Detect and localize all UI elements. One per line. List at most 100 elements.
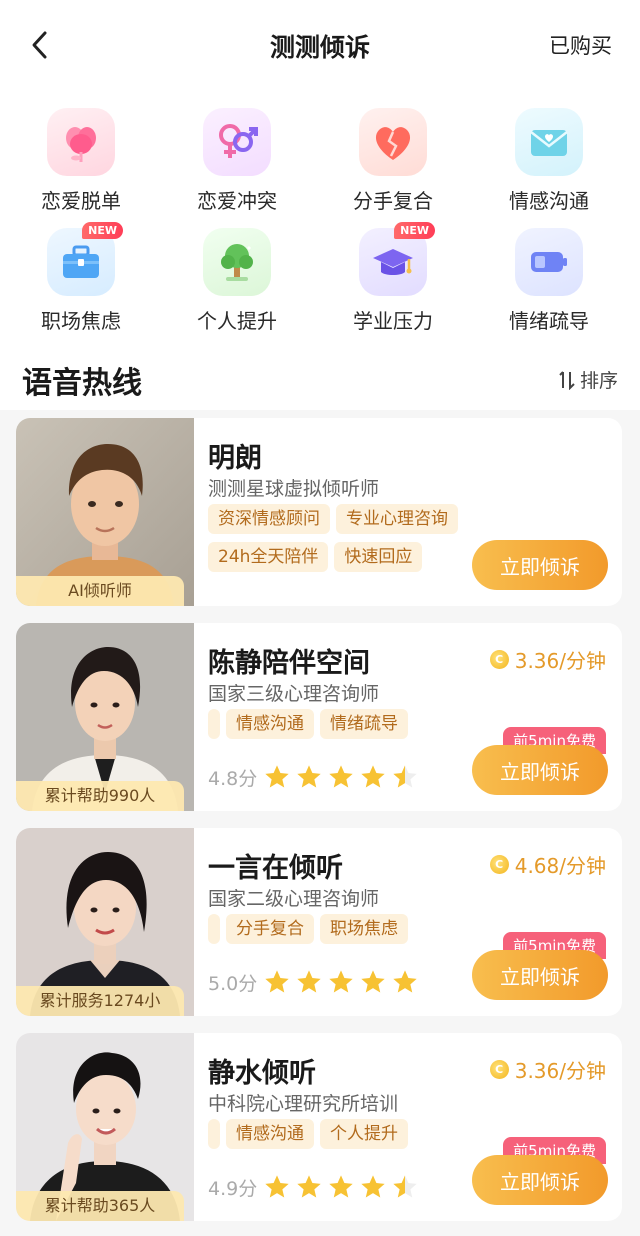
section-title: 语音热线 [22, 366, 142, 401]
talk-now-button[interactable]: 立即倾诉 [472, 950, 608, 1000]
tag: 情感沟通 [226, 1119, 314, 1149]
category-item[interactable]: NEW 学业压力 [318, 216, 468, 334]
star-icon [393, 970, 417, 993]
tag-list: 情感沟通 个人提升 [208, 1119, 498, 1157]
listener-card[interactable]: 累计帮助990人 陈静陪伴空间 C 3.36/分钟 国家三级心理咨询师 情感沟通… [16, 623, 622, 811]
tag: 分手复合 [226, 914, 314, 944]
rating-score: 5.0分 [208, 972, 258, 995]
sort-label: 排序 [579, 370, 618, 392]
star-icon [265, 970, 289, 993]
star-icon [361, 765, 385, 788]
category-item[interactable]: 恋爱脱单 [6, 96, 156, 214]
broken-heart-icon [359, 108, 427, 176]
coin-icon: C [489, 855, 509, 874]
category-label: 分手复合 [353, 189, 433, 213]
category-item[interactable]: 情感沟通 [474, 96, 624, 214]
rating-score: 4.8分 [208, 767, 258, 790]
star-icon [297, 1175, 321, 1198]
star-icon [265, 765, 289, 788]
tag: 职场焦虑 [320, 914, 408, 944]
tag: 个人提升 [320, 1119, 408, 1149]
new-badge: NEW [82, 222, 123, 239]
listener-title: 测测星球虚拟倾听师 [208, 478, 380, 500]
briefcase-icon: NEW [47, 222, 123, 296]
category-item[interactable]: 个人提升 [162, 216, 312, 334]
photo-caption: 累计帮助990人 [16, 781, 184, 811]
top-bar: 测测倾诉 已购买 [0, 0, 640, 90]
star-icon [265, 1175, 289, 1198]
section-header: 语音热线 排序 [0, 340, 640, 410]
photo-caption: 累计服务1274小 [16, 986, 184, 1016]
category-label: 情绪疏导 [509, 309, 589, 333]
tag-list: 分手复合 职场焦虑 [208, 914, 498, 952]
price: C 4.68/分钟 [489, 850, 606, 879]
tag: 24h全天陪伴 [208, 542, 329, 572]
star-icon [361, 1175, 385, 1198]
category-label: 恋爱冲突 [197, 189, 277, 213]
listener-name: 一言在倾听 [208, 853, 343, 884]
listener-name: 陈静陪伴空间 [208, 648, 370, 679]
star-icon [329, 970, 353, 993]
tag-stub [208, 914, 220, 944]
price-value: 3.36/分钟 [514, 1059, 606, 1083]
category-item[interactable]: 情绪疏导 [474, 216, 624, 334]
sort-button[interactable]: 排序 [558, 366, 618, 393]
page-title: 测测倾诉 [269, 33, 370, 62]
tree-icon [203, 228, 271, 296]
category-label: 职场焦虑 [41, 309, 121, 333]
avatar: AI倾听师 [16, 418, 194, 606]
star-icon [361, 970, 385, 993]
tag: 情感沟通 [226, 709, 314, 739]
photo-caption: AI倾听师 [16, 576, 184, 606]
battery-icon [515, 228, 583, 296]
sort-icon [559, 370, 575, 390]
tag-stub [208, 1119, 220, 1149]
star-half-icon [393, 765, 417, 788]
rating: 5.0分 [208, 968, 419, 996]
star-icon [329, 1175, 353, 1198]
price: C 3.36/分钟 [489, 1055, 606, 1084]
gender-symbols-icon [203, 108, 271, 176]
category-item[interactable]: 恋爱冲突 [162, 96, 312, 214]
coin-icon: C [489, 650, 509, 669]
envelope-heart-icon [515, 108, 583, 176]
star-icon [297, 970, 321, 993]
category-label: 情感沟通 [509, 189, 589, 213]
category-label: 恋爱脱单 [41, 189, 121, 213]
graduation-cap-icon: NEW [359, 222, 435, 296]
talk-now-button[interactable]: 立即倾诉 [472, 745, 608, 795]
category-grid: 恋爱脱单 恋爱冲突 分手复合 情感沟通 NEW 职场焦虑 个人提升 NEW 学业… [0, 90, 640, 340]
listener-title: 中科院心理研究所培训 [208, 1093, 399, 1115]
flower-heart-icon [47, 108, 115, 176]
rating: 4.9分 [208, 1173, 419, 1201]
talk-now-button[interactable]: 立即倾诉 [472, 540, 608, 590]
price-value: 3.36/分钟 [514, 649, 606, 673]
listener-card[interactable]: 累计服务1274小 一言在倾听 C 4.68/分钟 国家二级心理咨询师 分手复合… [16, 828, 622, 1016]
price-value: 4.68/分钟 [514, 854, 606, 878]
rating-score: 4.9分 [208, 1177, 258, 1200]
category-label: 个人提升 [197, 309, 277, 333]
category-item[interactable]: 分手复合 [318, 96, 468, 214]
star-icon [297, 765, 321, 788]
listener-card[interactable]: AI倾听师 明朗 测测星球虚拟倾听师 资深情感顾问 专业心理咨询24h全天陪伴 快速… [16, 418, 622, 606]
tag: 快速回应 [334, 542, 423, 572]
category-label: 学业压力 [353, 309, 433, 333]
category-item[interactable]: NEW 职场焦虑 [6, 216, 156, 334]
tag-list: 资深情感顾问 专业心理咨询24h全天陪伴 快速回应 [208, 504, 498, 580]
tag-stub [208, 709, 220, 739]
tag: 专业心理咨询 [336, 504, 458, 534]
star-icon [329, 765, 353, 788]
listener-name: 静水倾听 [208, 1058, 316, 1089]
listener-card[interactable]: 累计帮助365人 静水倾听 C 3.36/分钟 中科院心理研究所培训 情感沟通个… [16, 1033, 622, 1221]
tag-list: 情感沟通 情绪疏导 [208, 709, 498, 747]
avatar: 累计服务1274小 [16, 828, 194, 1016]
rating: 4.8分 [208, 763, 419, 791]
avatar: 累计帮助365人 [16, 1033, 194, 1221]
tag: 资深情感顾问 [208, 504, 330, 534]
price: C 3.36/分钟 [489, 645, 606, 674]
photo-caption: 累计帮助365人 [16, 1191, 184, 1221]
listener-title: 国家二级心理咨询师 [208, 888, 380, 910]
talk-now-button[interactable]: 立即倾诉 [472, 1155, 608, 1205]
purchased-button[interactable]: 已购买 [549, 30, 612, 60]
star-half-icon [393, 1175, 417, 1198]
